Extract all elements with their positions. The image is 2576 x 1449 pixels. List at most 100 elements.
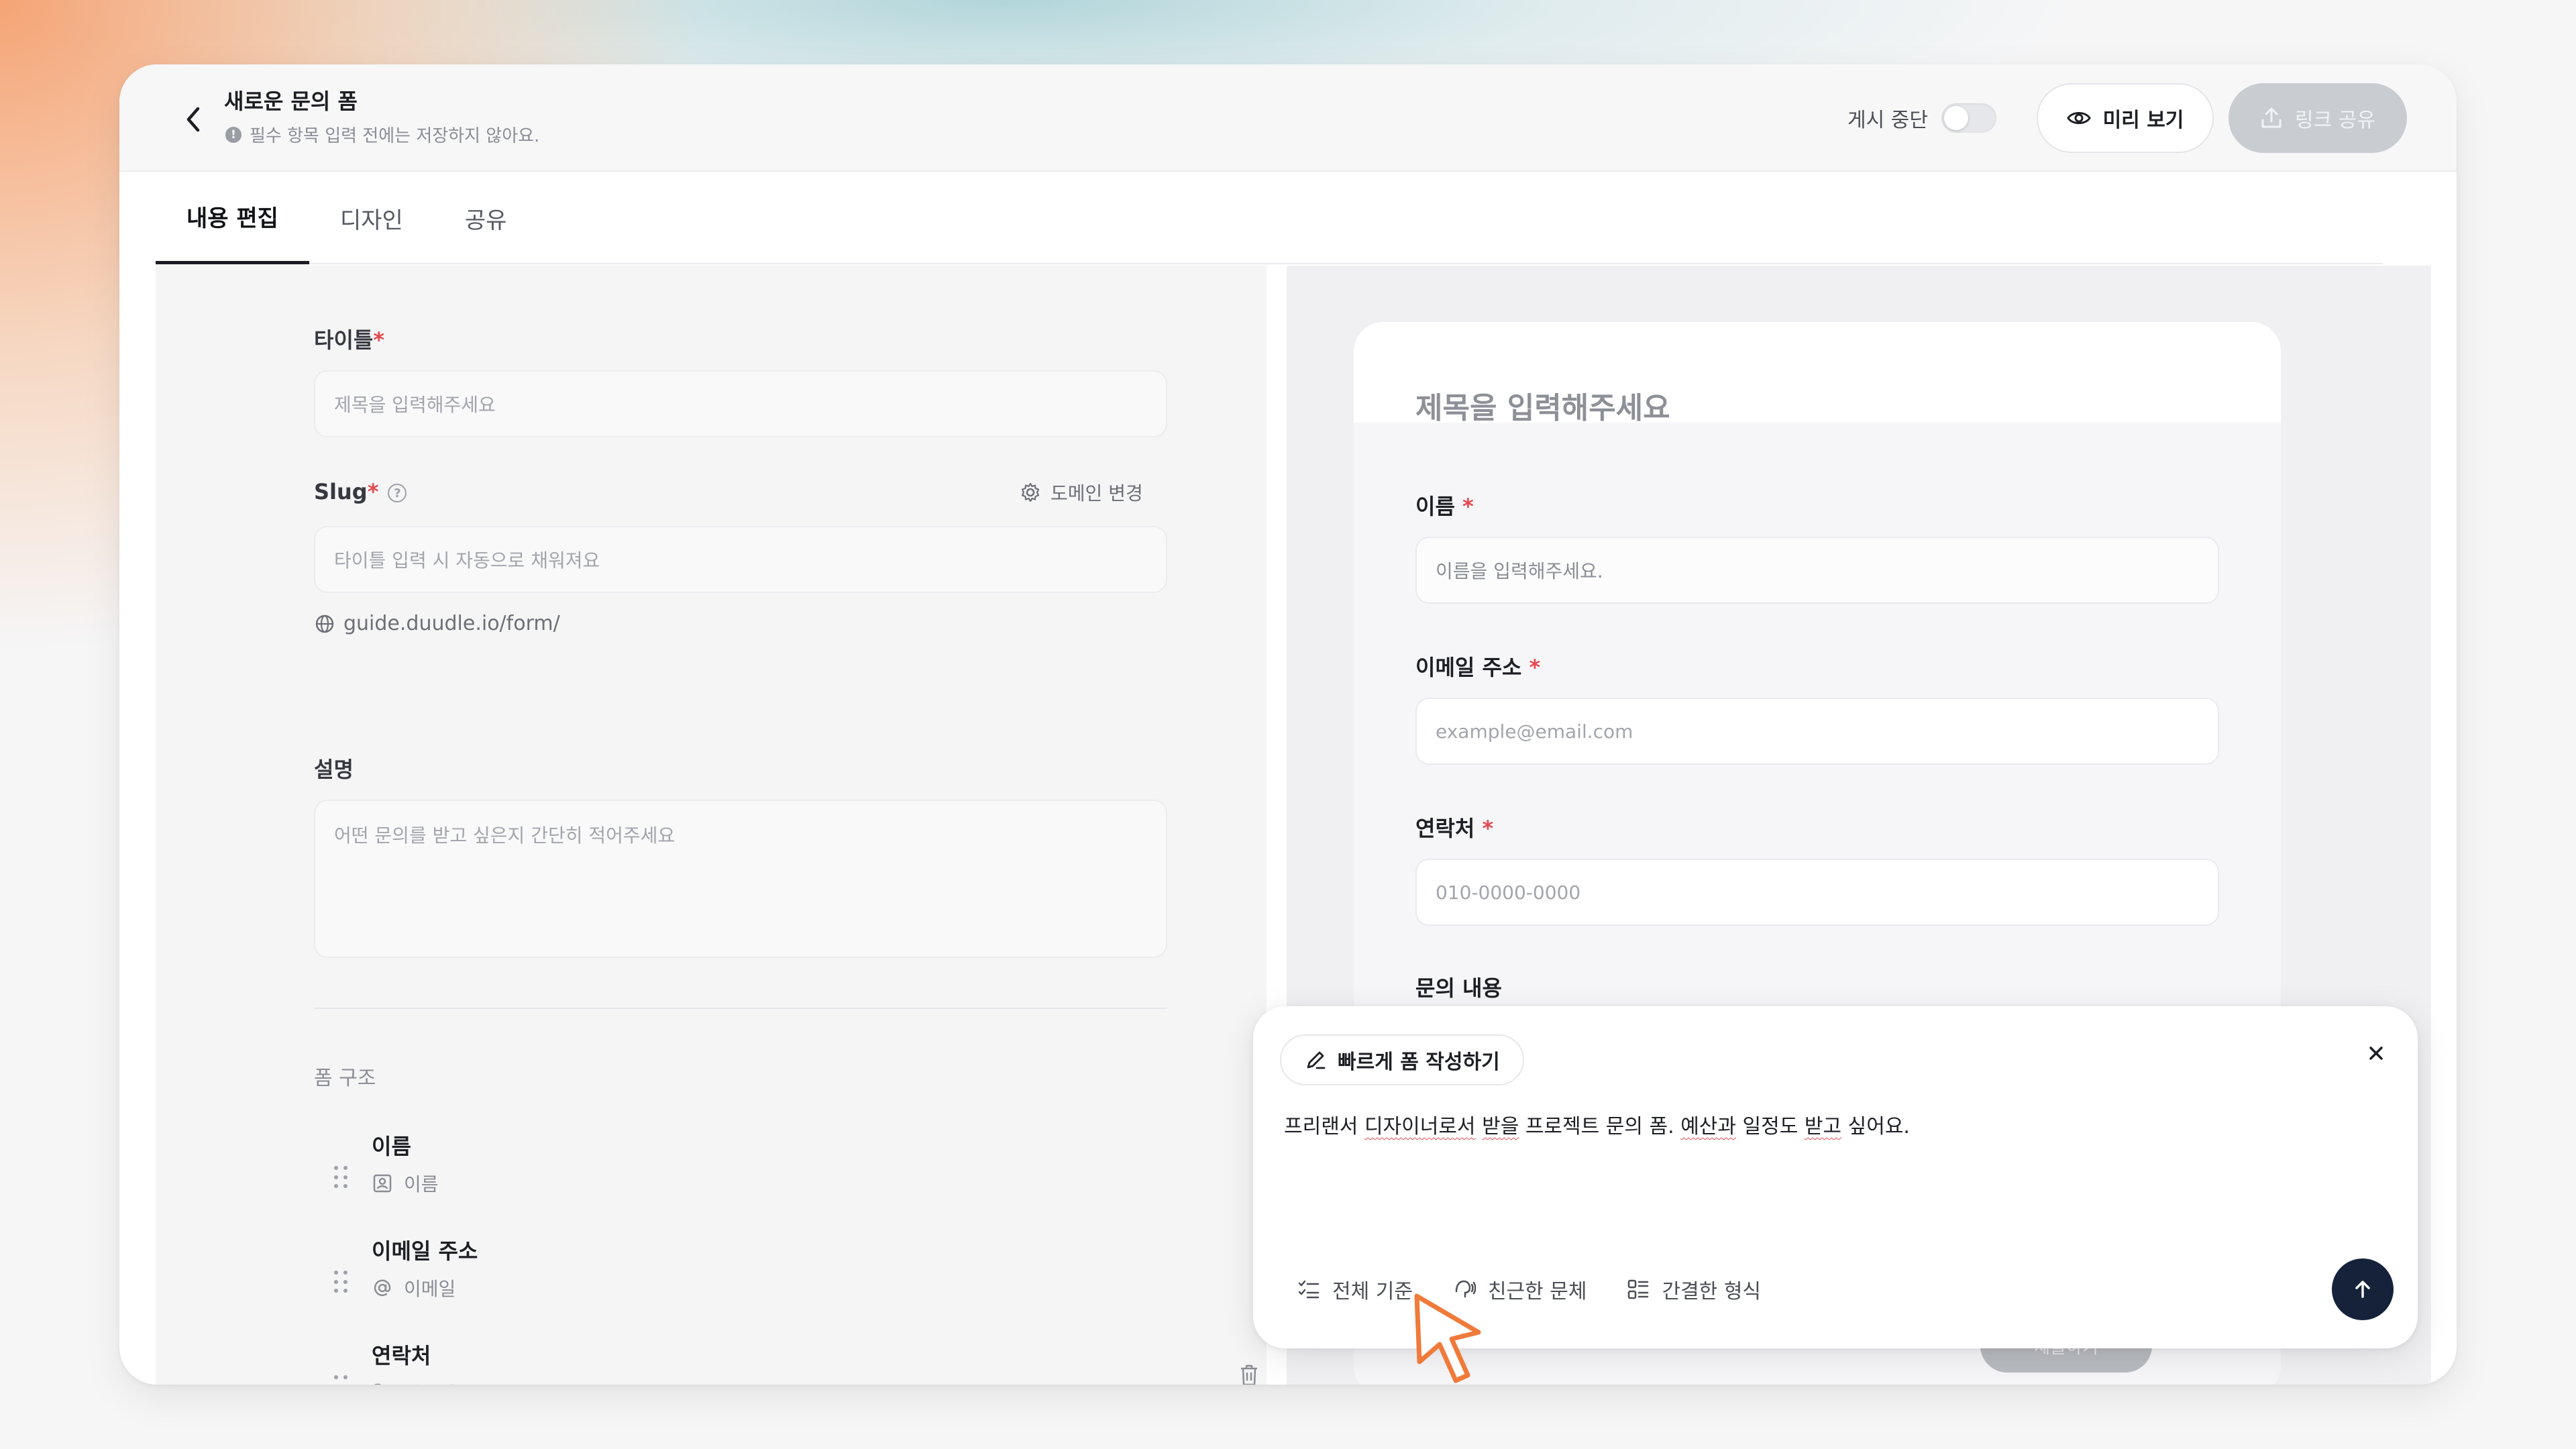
tab-content-edit[interactable]: 내용 편집 <box>156 172 309 264</box>
arrow-up-icon <box>2355 1281 2370 1298</box>
structure-item-title: 이메일 주소 <box>372 1238 478 1264</box>
info-icon: ! <box>225 126 241 143</box>
preview-label-inquiry: 문의 내용 <box>1415 975 1502 1001</box>
preview-label-text: 연락처 <box>1415 816 1475 841</box>
structure-item-type-label: 이름 <box>404 1173 439 1195</box>
url-prefix-text: guide.duudle.io/form/ <box>343 612 560 635</box>
prompt-input[interactable]: 프리랜서 디자이너로서 받을 프로젝트 문의 폼. 예산과 일정도 받고 싶어요… <box>1284 1110 1910 1139</box>
upload-icon <box>2261 107 2282 128</box>
publish-toggle-label: 게시 중단 <box>1847 109 1928 132</box>
help-circle-icon[interactable]: ? <box>388 484 407 502</box>
domain-change-button[interactable]: 도메인 변경 <box>1020 479 1143 506</box>
drag-handle-icon[interactable] <box>334 1271 349 1295</box>
structure-item-title: 연락처 <box>372 1343 431 1368</box>
drag-handle-icon[interactable] <box>334 1375 349 1385</box>
quick-compose-chip[interactable]: 빠르게 폼 작성하기 <box>1280 1034 1524 1085</box>
globe-icon <box>315 614 334 633</box>
structure-item-phone[interactable]: 연락처 전화번호 <box>314 1339 1257 1385</box>
prompt-text: 디자이너로서 <box>1364 1115 1476 1138</box>
prompt-text: 받고 <box>1804 1115 1842 1138</box>
close-icon <box>2369 1046 2383 1060</box>
tab-design[interactable]: 디자인 <box>309 172 434 264</box>
gear-icon <box>1021 482 1040 502</box>
prompt-text: 받을 <box>1482 1115 1519 1138</box>
option-full-criteria[interactable]: 전체 기준 <box>1297 1275 1413 1304</box>
prompt-text <box>1476 1115 1483 1138</box>
preview-button-label: 미리 보기 <box>2102 109 2184 132</box>
prompt-text: 싶어요. <box>1841 1115 1910 1138</box>
option-concise-format[interactable]: 간결한 형식 <box>1627 1275 1761 1304</box>
preview-label-name: 이름 * <box>1415 490 1474 521</box>
required-mark: * <box>367 479 379 504</box>
close-button[interactable] <box>2363 1040 2390 1067</box>
eye-icon <box>2066 112 2091 124</box>
share-link-button[interactable]: 링크 공유 <box>2229 83 2407 153</box>
save-notice-text: 필수 항목 입력 전에는 저장하지 않아요. <box>250 126 540 146</box>
required-mark: * <box>1529 655 1541 680</box>
description-field-label: 설명 <box>314 757 354 782</box>
publish-toggle[interactable] <box>1941 103 1996 133</box>
phone-icon <box>374 1383 381 1385</box>
share-link-label: 링크 공유 <box>2295 109 2375 132</box>
prompt-text: 일정도 <box>1736 1115 1805 1138</box>
tab-share[interactable]: 공유 <box>434 172 538 264</box>
structure-item-type: 이메일 <box>372 1275 455 1301</box>
preview-name-input[interactable]: 이름을 입력해주세요. <box>1415 537 2219 604</box>
structure-item-name[interactable]: 이름 이름 <box>314 1130 1167 1224</box>
title-input[interactable]: 제목을 입력해주세요 <box>314 370 1167 437</box>
prompt-text: 예산과 <box>1680 1115 1736 1138</box>
delete-field-button[interactable] <box>1238 1363 1260 1385</box>
preview-phone-input[interactable]: 010-0000-0000 <box>1415 859 2219 926</box>
required-mark: * <box>1482 816 1494 841</box>
structure-item-type-label: 이메일 <box>404 1278 456 1300</box>
structure-item-type: 이름 <box>372 1170 439 1197</box>
preview-label-phone: 연락처 * <box>1415 812 1493 843</box>
trash-icon <box>1241 1364 1257 1385</box>
back-button[interactable] <box>173 99 213 140</box>
structure-item-email[interactable]: 이메일 주소 이메일 <box>314 1234 1167 1328</box>
prompt-text: 프로젝트 문의 폼. <box>1519 1115 1681 1138</box>
preview-label-text: 이메일 주소 <box>1415 655 1522 680</box>
drag-handle-icon[interactable] <box>334 1166 349 1190</box>
slug-field-label: Slug*? <box>314 479 407 504</box>
structure-item-title: 이름 <box>372 1134 411 1159</box>
option-label: 전체 기준 <box>1332 1280 1413 1303</box>
person-card-icon <box>373 1174 392 1193</box>
preview-button[interactable]: 미리 보기 <box>2037 83 2214 153</box>
save-notice: ! 필수 항목 입력 전에는 저장하지 않아요. <box>225 122 539 147</box>
structure-item-type: 전화번호 <box>372 1379 473 1385</box>
preview-label-text: 이름 <box>1415 494 1455 519</box>
url-prefix-hint: guide.duudle.io/form/ <box>314 612 560 635</box>
option-label: 간결한 형식 <box>1662 1280 1762 1303</box>
slug-label-text: Slug <box>314 479 368 504</box>
required-mark: * <box>1462 494 1474 519</box>
preview-email-input[interactable]: example@email.com <box>1415 698 2219 765</box>
at-icon <box>374 1279 391 1296</box>
layout-list-icon <box>1628 1279 1649 1299</box>
top-header: 새로운 문의 폼 ! 필수 항목 입력 전에는 저장하지 않아요. 게시 중단 … <box>119 64 2457 172</box>
compose-options: 전체 기준 친근한 문체 간결한 형식 <box>1297 1275 1761 1304</box>
page-title: 새로운 문의 폼 <box>224 89 358 114</box>
preview-title: 제목을 입력해주세요 <box>1415 391 1670 425</box>
list-check-icon <box>1298 1280 1320 1299</box>
title-label-text: 타이틀 <box>314 327 374 353</box>
publish-toggle-group: 게시 중단 <box>1847 98 1996 138</box>
section-divider <box>314 1008 1167 1009</box>
required-mark: * <box>373 327 385 353</box>
editor-panel: 타이틀* 제목을 입력해주세요 Slug*? 도메인 변경 타이틀 입력 시 자… <box>156 266 1267 1385</box>
slug-input[interactable]: 타이틀 입력 시 자동으로 채워져요 <box>314 526 1167 593</box>
description-textarea[interactable]: 어떤 문의를 받고 싶은지 간단히 적어주세요 <box>314 800 1167 958</box>
title-field-label: 타이틀* <box>314 323 384 354</box>
prompt-text: 프리랜서 <box>1284 1115 1364 1138</box>
domain-change-label: 도메인 변경 <box>1051 482 1143 504</box>
form-structure-label: 폼 구조 <box>314 1067 376 1090</box>
editor-tabs: 내용 편집 디자인 공유 <box>156 172 2383 264</box>
preview-label-email: 이메일 주소 * <box>1415 651 1540 682</box>
structure-item-type-label: 전화번호 <box>404 1379 473 1385</box>
chevron-left-icon <box>186 107 200 132</box>
option-label: 친근한 문체 <box>1487 1280 1587 1303</box>
quick-compose-label: 빠르게 폼 작성하기 <box>1338 1051 1500 1074</box>
send-button[interactable] <box>2332 1258 2394 1320</box>
mouse-cursor-icon <box>1414 1293 1481 1383</box>
pencil-icon <box>1307 1051 1326 1069</box>
